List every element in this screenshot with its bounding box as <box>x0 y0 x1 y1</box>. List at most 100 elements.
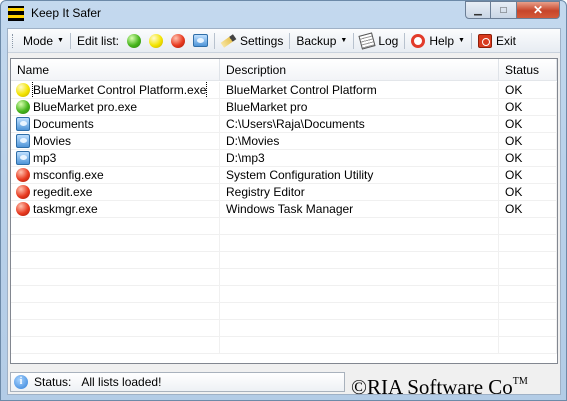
toolbar-separator <box>404 32 406 49</box>
cell-description <box>220 252 499 268</box>
table-row[interactable]: BlueMarket pro.exe BlueMarket pro OK <box>11 99 557 116</box>
main-panel: Mode ▼ Edit list: Settings Backup ▼ Log … <box>7 28 561 399</box>
toolbar-separator <box>470 32 472 49</box>
trademark-mark: TM <box>512 376 528 387</box>
cell-status: OK <box>499 82 557 98</box>
window-controls: ▁ □ ✕ <box>465 1 560 19</box>
cell-status: OK <box>499 133 557 149</box>
copyright-name: ©RIA Software Co <box>351 375 513 399</box>
settings-label: Settings <box>239 33 284 48</box>
cell-description: BlueMarket Control Platform <box>220 82 499 98</box>
pencil-icon <box>220 33 237 48</box>
row-name-text: taskmgr.exe <box>33 202 98 216</box>
log-button[interactable]: Log <box>356 31 402 51</box>
cell-status <box>499 252 557 268</box>
cell-description <box>220 320 499 336</box>
cell-name <box>11 337 220 353</box>
column-header-name[interactable]: Name <box>11 59 220 81</box>
log-book-icon <box>358 31 376 50</box>
dropdown-arrow-icon: ▼ <box>458 37 465 44</box>
status-label: Status: <box>34 375 72 389</box>
edit-green-list-button[interactable] <box>123 31 145 51</box>
empty-row <box>11 320 557 337</box>
window-title: Keep It Safer <box>31 6 102 20</box>
cell-status: OK <box>499 99 557 115</box>
maximize-button[interactable]: □ <box>491 1 517 19</box>
status-panel: i Status: All lists loaded! <box>10 372 345 392</box>
folder-icon <box>16 134 30 148</box>
lifebuoy-icon <box>411 33 426 48</box>
backup-label: Backup <box>296 33 337 48</box>
cell-name: Movies <box>11 133 220 149</box>
edit-yellow-list-button[interactable] <box>145 31 167 51</box>
title-bar[interactable]: Keep It Safer ▁ □ ✕ <box>1 1 566 27</box>
help-menu-button[interactable]: Help ▼ <box>407 31 469 51</box>
toolbar-separator <box>353 32 355 49</box>
table-row[interactable]: mp3 D:\mp3 OK <box>11 150 557 167</box>
cell-name: mp3 <box>11 150 220 166</box>
power-icon <box>477 33 492 48</box>
row-name-text: regedit.exe <box>33 185 93 199</box>
close-button[interactable]: ✕ <box>517 1 560 19</box>
edit-red-list-button[interactable] <box>167 31 189 51</box>
table-row[interactable]: Documents C:\Users\Raja\Documents OK <box>11 116 557 133</box>
cell-name <box>11 320 220 336</box>
cell-description <box>220 235 499 251</box>
info-icon: i <box>14 375 28 389</box>
column-header-description[interactable]: Description <box>220 59 499 81</box>
settings-button[interactable]: Settings <box>217 31 287 51</box>
exit-label: Exit <box>495 33 516 48</box>
empty-row <box>11 252 557 269</box>
table-row[interactable]: BlueMarket Control Platform.exe BlueMarke… <box>11 82 557 99</box>
toolbar-separator <box>213 32 215 49</box>
items-list-view[interactable]: Name Description Status BlueMarket Contr… <box>10 58 558 364</box>
cell-description: Registry Editor <box>220 184 499 200</box>
folder-icon <box>192 34 208 47</box>
row-name-text: Movies <box>33 134 72 148</box>
backup-menu-button[interactable]: Backup ▼ <box>292 31 351 51</box>
cell-description: D:\Movies <box>220 133 499 149</box>
cell-description: C:\Users\Raja\Documents <box>220 116 499 132</box>
cell-status <box>499 286 557 302</box>
cell-description: Windows Task Manager <box>220 201 499 217</box>
red-orb-icon <box>16 185 30 199</box>
cell-name <box>11 235 220 251</box>
table-row[interactable]: taskmgr.exe Windows Task Manager OK <box>11 201 557 218</box>
cell-status <box>499 303 557 319</box>
empty-row <box>11 218 557 235</box>
cell-name <box>11 303 220 319</box>
cell-name: Documents <box>11 116 220 132</box>
folder-icon <box>16 151 30 165</box>
row-name-text: BlueMarket pro.exe <box>33 100 138 114</box>
minimize-button[interactable]: ▁ <box>465 1 491 19</box>
list-header: Name Description Status <box>11 59 557 81</box>
cell-status: OK <box>499 150 557 166</box>
edit-folder-list-button[interactable] <box>189 31 212 51</box>
dropdown-arrow-icon: ▼ <box>340 37 348 44</box>
app-logo-icon <box>8 6 24 21</box>
exit-button[interactable]: Exit <box>474 31 520 51</box>
copyright-text: ©RIA Software CoTM <box>351 369 528 400</box>
cell-name: taskmgr.exe <box>11 201 220 217</box>
minimize-icon: ▁ <box>474 4 482 16</box>
toolbar-grip[interactable] <box>12 33 15 48</box>
mode-label: Mode <box>23 33 54 48</box>
log-label: Log <box>378 33 399 48</box>
cell-name <box>11 252 220 268</box>
mode-menu-button[interactable]: Mode ▼ <box>19 31 68 51</box>
cell-name <box>11 269 220 285</box>
cell-name: regedit.exe <box>11 184 220 200</box>
column-header-status[interactable]: Status <box>499 59 557 81</box>
toolbar-separator <box>289 32 291 49</box>
toolbar: Mode ▼ Edit list: Settings Backup ▼ Log … <box>8 29 560 53</box>
yellow-orb-icon <box>16 83 30 97</box>
cell-status: OK <box>499 201 557 217</box>
cell-description: BlueMarket pro <box>220 99 499 115</box>
table-row[interactable]: regedit.exe Registry Editor OK <box>11 184 557 201</box>
edit-list-label: Edit list: <box>76 33 119 48</box>
close-icon: ✕ <box>532 3 544 17</box>
green-orb-icon <box>126 33 141 48</box>
table-row[interactable]: Movies D:\Movies OK <box>11 133 557 150</box>
cell-description <box>220 269 499 285</box>
table-row[interactable]: msconfig.exe System Configuration Utility… <box>11 167 557 184</box>
